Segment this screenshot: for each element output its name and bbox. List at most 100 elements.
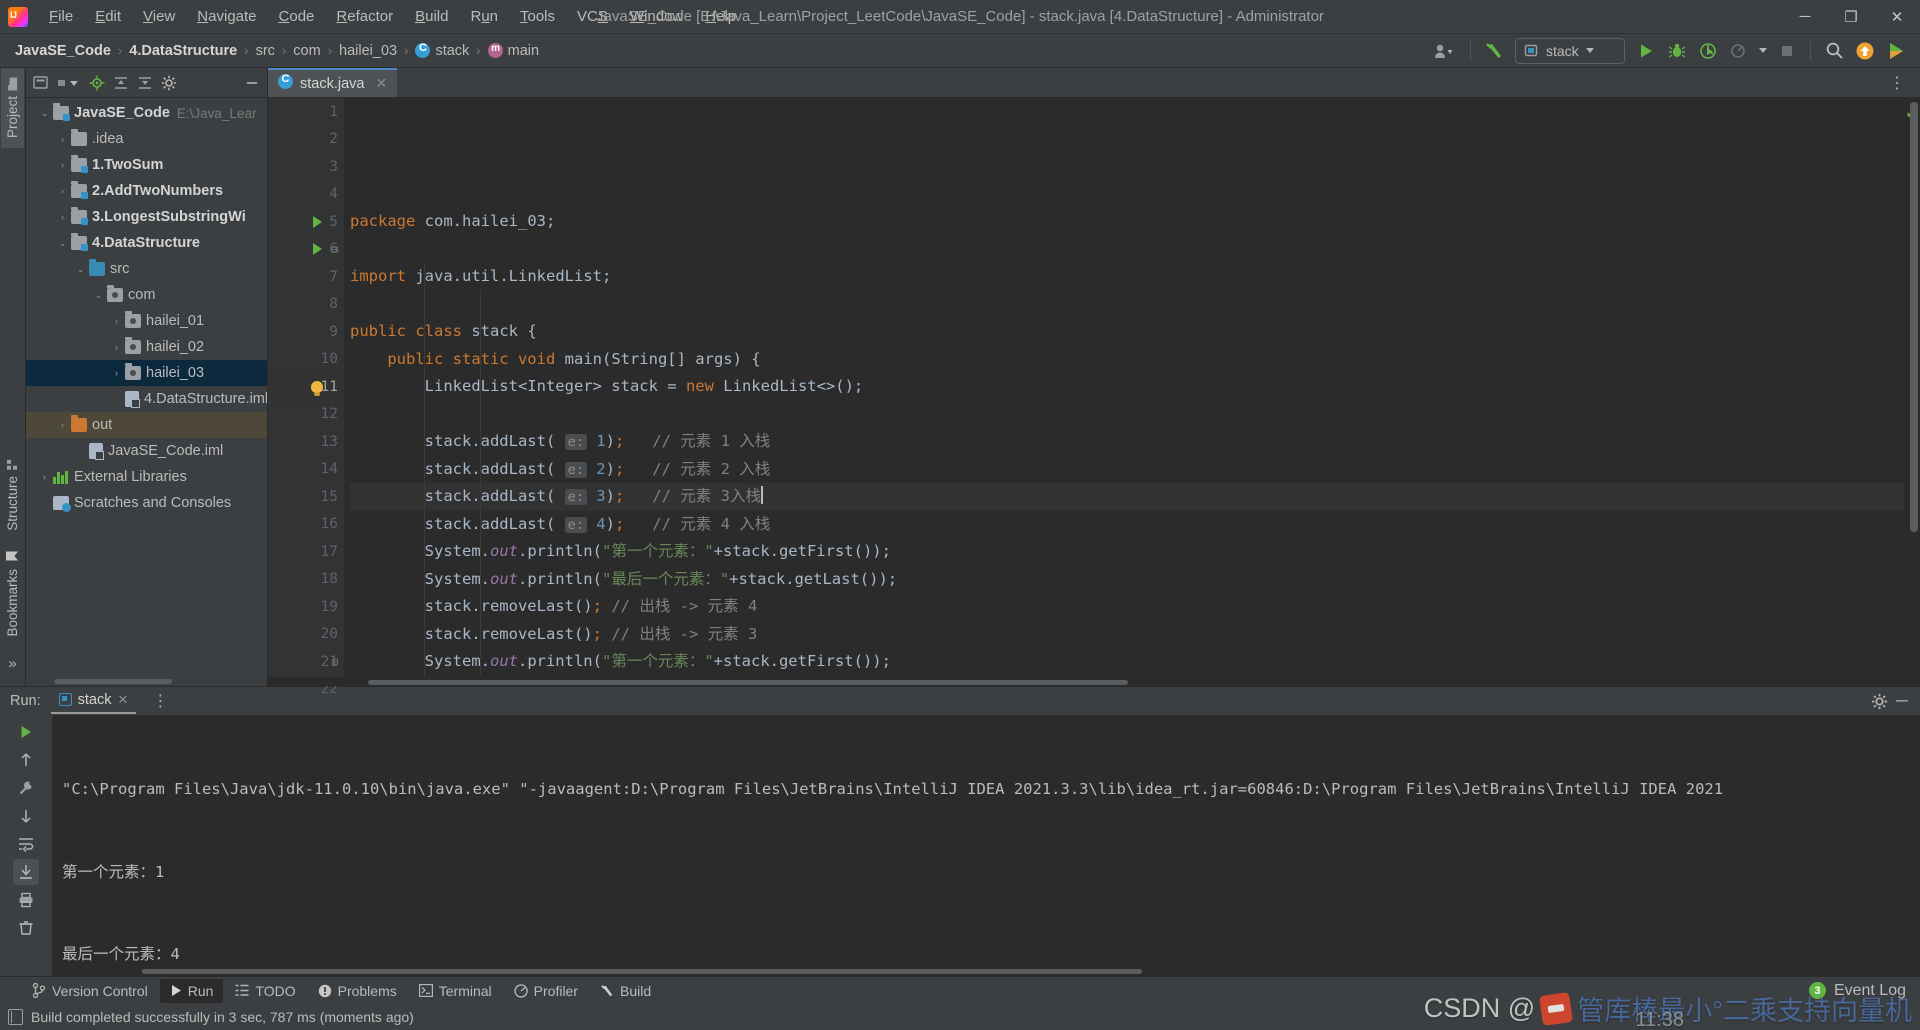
chevron-right-icon[interactable]: ›	[110, 341, 123, 354]
editor-scrollbar-area[interactable]: ✓	[1904, 98, 1920, 677]
expand-strip-button[interactable]: »	[8, 647, 16, 680]
editor-gutter[interactable]: 1 2 3 4 5 6 7 8 9 10 11 12 13 14 15 16 1	[268, 98, 344, 697]
menu-navigate[interactable]: Navigate	[186, 3, 267, 31]
tree-node-external-libraries[interactable]: › External Libraries	[26, 464, 267, 490]
editor-tab-stack-java[interactable]: stack.java ✕	[268, 68, 398, 97]
tool-tab-bookmarks[interactable]: Bookmarks	[1, 540, 24, 647]
tree-node-javase-code[interactable]: ⌄ JavaSE_Code E:\Java_Lear	[26, 100, 267, 126]
intention-bulb-icon[interactable]	[304, 373, 330, 401]
chevron-down-icon[interactable]: ⌄	[74, 263, 87, 276]
run-class-gutter-icon[interactable]	[304, 208, 330, 236]
menu-vcs[interactable]: VCS	[566, 3, 619, 31]
run-with-coverage-button[interactable]	[1694, 38, 1722, 64]
select-opened-file-icon[interactable]	[30, 72, 52, 94]
view-options-icon[interactable]	[54, 72, 84, 94]
breadcrumb-item-6[interactable]: main	[483, 41, 544, 61]
menu-window[interactable]: Window	[619, 3, 694, 31]
tool-tab-project[interactable]: Project	[1, 68, 24, 149]
run-more-options-icon[interactable]: ⋮	[146, 691, 175, 711]
breadcrumb-item-5[interactable]: stack	[410, 41, 474, 61]
tree-node-4-datastructure[interactable]: ⌄ 4.DataStructure	[26, 230, 267, 256]
close-button[interactable]: ✕	[1874, 0, 1920, 33]
tool-window-todo[interactable]: TODO	[225, 979, 305, 1003]
chevron-down-icon[interactable]: ⌄	[56, 237, 69, 250]
tree-node-hailei-03[interactable]: › hailei_03	[26, 360, 267, 386]
chevron-down-icon[interactable]	[1756, 38, 1770, 64]
soft-wrap-button[interactable]	[13, 831, 39, 857]
settings-gear-icon[interactable]	[158, 72, 180, 94]
tool-window-version-control[interactable]: Version Control	[22, 979, 158, 1003]
chevron-right-icon[interactable]: ›	[56, 159, 69, 172]
tree-node-idea[interactable]: › .idea	[26, 126, 267, 152]
minimize-button[interactable]: ─	[1782, 0, 1828, 33]
run-method-gutter-icon[interactable]	[304, 236, 330, 264]
profiler-button[interactable]	[1725, 38, 1753, 64]
menu-run[interactable]: Run	[459, 3, 509, 31]
breadcrumb-item-1[interactable]: 4.DataStructure	[124, 41, 242, 61]
tool-tab-structure[interactable]: Structure	[1, 448, 24, 541]
wrench-button[interactable]	[13, 775, 39, 801]
chevron-right-icon[interactable]: ›	[56, 133, 69, 146]
project-horizontal-scrollbar[interactable]	[26, 677, 267, 686]
more-options-icon[interactable]: ⋮	[1883, 73, 1912, 93]
tree-node-hailei-02[interactable]: › hailei_02	[26, 334, 267, 360]
menu-code[interactable]: Code	[268, 3, 326, 31]
scroll-to-end-button[interactable]	[13, 859, 39, 885]
close-icon[interactable]: ✕	[375, 75, 387, 92]
tree-node-2-addtwonumbers[interactable]: › 2.AddTwoNumbers	[26, 178, 267, 204]
scroll-down-button[interactable]	[13, 803, 39, 829]
debug-button[interactable]	[1663, 38, 1691, 64]
editor-horizontal-scrollbar[interactable]	[268, 677, 1920, 686]
tree-node-datastructure-iml[interactable]: 4.DataStructure.iml	[26, 386, 267, 412]
hide-panel-icon[interactable]: ─	[1896, 691, 1908, 711]
expand-all-icon[interactable]	[110, 72, 132, 94]
build-hammer-icon[interactable]	[1480, 38, 1508, 64]
menu-tools[interactable]: Tools	[509, 3, 566, 31]
settings-gear-icon[interactable]	[1871, 693, 1888, 710]
breadcrumb-item-0[interactable]: JavaSE_Code	[10, 41, 116, 61]
tool-window-terminal[interactable]: Terminal	[409, 979, 502, 1003]
menu-build[interactable]: Build	[404, 3, 459, 31]
tree-node-out[interactable]: › out	[26, 412, 267, 438]
code-fold-icon[interactable]: ⊟	[328, 236, 342, 264]
run-tab-stack[interactable]: stack ✕	[50, 689, 137, 714]
rerun-button[interactable]	[13, 719, 39, 745]
ide-feature-icon[interactable]	[1882, 38, 1910, 64]
menu-refactor[interactable]: Refactor	[325, 3, 404, 31]
tree-node-scratches-and-consoles[interactable]: Scratches and Consoles	[26, 490, 267, 516]
maximize-button[interactable]: ❐	[1828, 0, 1874, 33]
print-button[interactable]	[13, 887, 39, 913]
chevron-down-icon[interactable]: ⌄	[92, 289, 105, 302]
chevron-right-icon[interactable]: ›	[110, 315, 123, 328]
scroll-up-button[interactable]	[13, 747, 39, 773]
hide-panel-icon[interactable]	[241, 72, 263, 94]
breadcrumb-item-2[interactable]: src	[251, 41, 280, 61]
chevron-right-icon[interactable]: ›	[56, 211, 69, 224]
run-configuration-selector[interactable]: stack	[1515, 37, 1625, 64]
breadcrumb-item-4[interactable]: hailei_03	[334, 41, 402, 61]
chevron-right-icon[interactable]: ›	[56, 185, 69, 198]
close-icon[interactable]: ✕	[117, 692, 128, 708]
tree-node-src[interactable]: ⌄ src	[26, 256, 267, 282]
chevron-down-icon[interactable]: ⌄	[38, 107, 51, 120]
console-output[interactable]: "C:\Program Files\Java\jdk-11.0.10\bin\j…	[52, 715, 1920, 976]
user-icon[interactable]	[1427, 38, 1461, 64]
chevron-right-icon[interactable]: ›	[56, 419, 69, 432]
clear-all-button[interactable]	[13, 915, 39, 941]
stop-button[interactable]	[1773, 38, 1801, 64]
tree-node-com[interactable]: ⌄ com	[26, 282, 267, 308]
breadcrumb-item-3[interactable]: com	[288, 41, 325, 61]
collapse-all-icon[interactable]	[134, 72, 156, 94]
tool-window-run[interactable]: Run	[159, 978, 224, 1003]
tree-node-1-twosum[interactable]: › 1.TwoSum	[26, 152, 267, 178]
code-content[interactable]: package com.hailei_03; import java.util.…	[344, 98, 1904, 677]
chevron-right-icon[interactable]: ›	[110, 367, 123, 380]
menu-file[interactable]: File	[38, 3, 84, 31]
tool-window-build[interactable]: Build	[590, 979, 661, 1003]
run-button[interactable]	[1632, 38, 1660, 64]
menu-edit[interactable]: Edit	[84, 3, 132, 31]
menu-view[interactable]: View	[132, 3, 186, 31]
update-project-icon[interactable]	[1851, 38, 1879, 64]
tree-node-javase-code-iml[interactable]: JavaSE_Code.iml	[26, 438, 267, 464]
menu-help[interactable]: Help	[694, 3, 747, 31]
